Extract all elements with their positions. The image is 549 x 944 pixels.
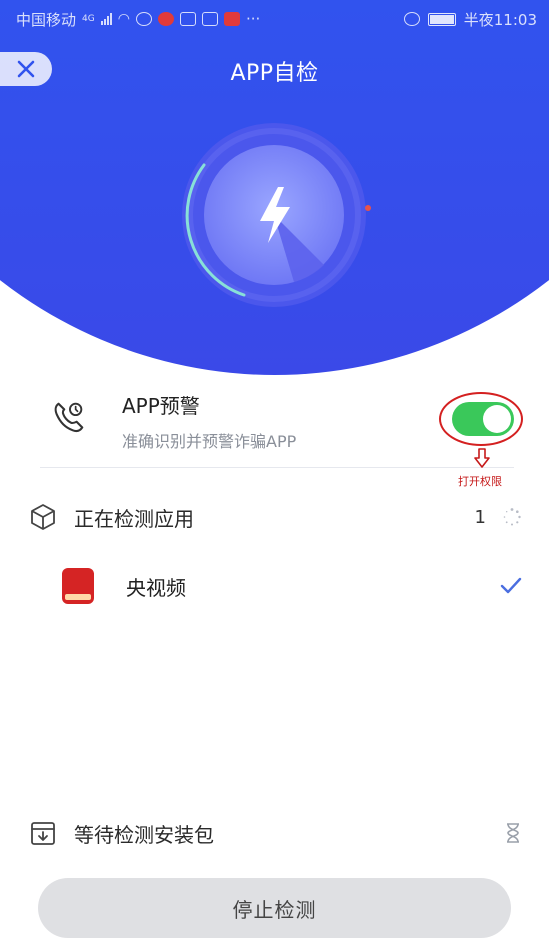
- shield-icon: [135, 12, 152, 26]
- feature-title: APP预警: [122, 394, 200, 418]
- hourglass-icon: [507, 823, 519, 843]
- annotation-ring: [439, 392, 523, 446]
- cctv-notification-icon: [223, 12, 240, 26]
- app-name: 央视频: [126, 575, 186, 600]
- waiting-section: 等待检测安装包: [28, 816, 522, 850]
- annotation-arrow-icon: [474, 448, 490, 468]
- package-icon: [31, 504, 55, 530]
- app-icon: [62, 568, 94, 604]
- more-notifications: ···: [245, 10, 261, 28]
- annotation-label: 打开权限: [458, 475, 502, 488]
- loading-spinner-icon: [503, 508, 521, 526]
- clipboard-icon: [201, 12, 218, 26]
- status-bar: 中国移动 4G ◠ ··· 半夜11:03: [0, 0, 549, 38]
- scanning-count: 1: [474, 506, 486, 528]
- phone-warning-icon: [54, 402, 84, 433]
- signal-icon: [100, 13, 112, 25]
- battery-icon: [427, 12, 456, 26]
- scan-gauge: [182, 123, 371, 307]
- page-title: APP自检: [230, 61, 319, 86]
- list-item: 央视频: [62, 566, 522, 606]
- install-package-icon: [31, 822, 55, 845]
- network-type: 4G: [82, 14, 95, 24]
- waiting-label: 等待检测安装包: [74, 822, 214, 847]
- scanning-section: 正在检测应用 1: [28, 500, 522, 534]
- music-icon: [179, 12, 196, 26]
- check-icon: [500, 577, 522, 594]
- gauge-marker: [365, 205, 371, 211]
- wifi-icon: ◠: [117, 11, 130, 27]
- alarm-icon: [403, 12, 420, 26]
- status-time: 半夜11:03: [463, 10, 537, 29]
- stop-detection-button[interactable]: 停止检测: [38, 878, 511, 938]
- carrier-label: 中国移动: [16, 10, 77, 29]
- feature-subtitle: 准确识别并预警诈骗APP: [122, 432, 297, 451]
- app-notification-icon: [157, 12, 174, 26]
- scanning-label: 正在检测应用: [74, 506, 194, 531]
